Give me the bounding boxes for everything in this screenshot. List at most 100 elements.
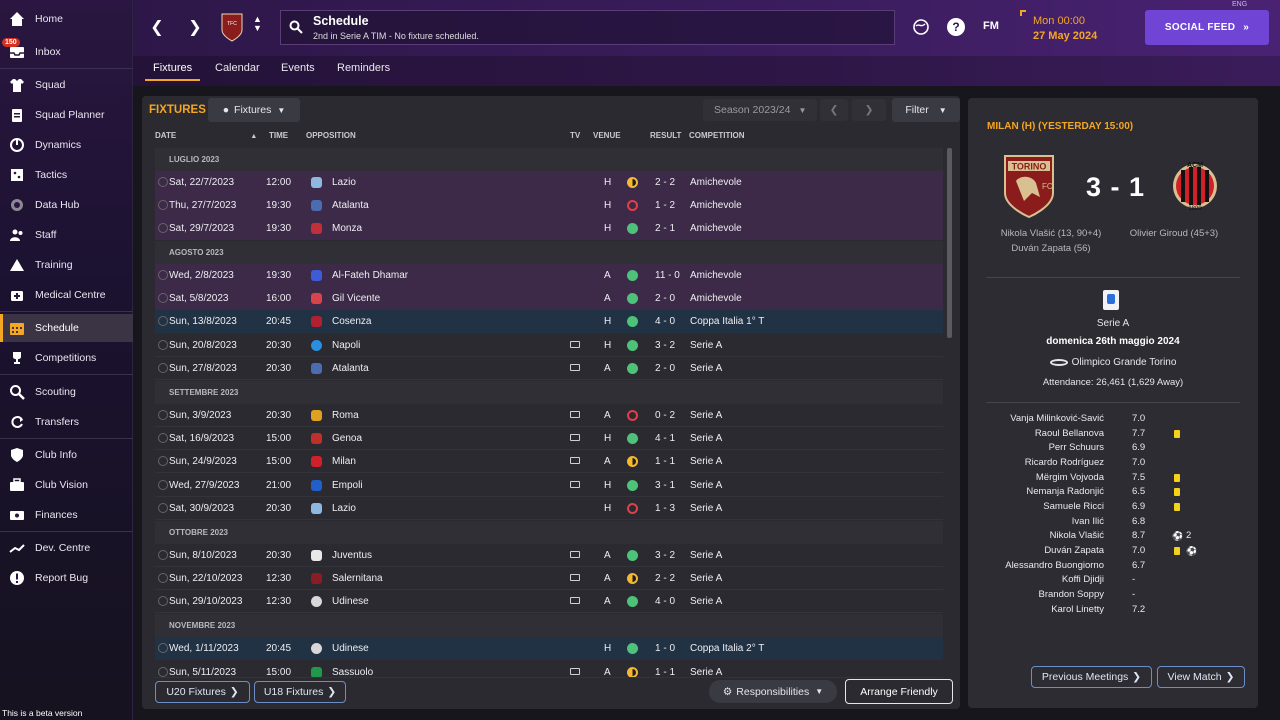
fixture-row[interactable]: Sat, 5/8/2023 16:00 Gil Vicente A 2 - 0 …	[155, 287, 943, 310]
club-switcher[interactable]: ▲ ▼	[253, 15, 262, 33]
fixture-competition[interactable]: Serie A	[690, 480, 722, 491]
fixture-row[interactable]: Sun, 22/10/2023 12:30 Salernitana A 2 - …	[155, 567, 943, 590]
fixture-row[interactable]: Sat, 30/9/2023 20:30 Lazio H 1 - 3 Serie…	[155, 497, 943, 520]
fixture-competition[interactable]: Serie A	[690, 456, 722, 467]
fixture-competition[interactable]: Coppa Italia 2° T	[690, 643, 764, 654]
fixture-row[interactable]: Sun, 20/8/2023 20:30 Napoli H 3 - 2 Seri…	[155, 334, 943, 357]
club-crest-torino[interactable]: TFC	[220, 12, 244, 42]
sidebar-item-club-vision[interactable]: Club Vision	[0, 471, 133, 499]
fixtures-view-dropdown[interactable]: ● Fixtures ▼	[208, 98, 300, 122]
fixture-opposition[interactable]: Milan	[332, 456, 356, 467]
sidebar-item-medical-centre[interactable]: Medical Centre	[0, 281, 133, 309]
fixture-row[interactable]: Sun, 27/8/2023 20:30 Atalanta A 2 - 0 Se…	[155, 357, 943, 380]
player-rating-row[interactable]: Perr Schuurs 6.9	[980, 442, 1240, 456]
social-feed-button[interactable]: SOCIAL FEED »	[1145, 10, 1269, 45]
fixture-result[interactable]: 1 - 1	[655, 667, 675, 677]
fixture-competition[interactable]: Serie A	[690, 596, 722, 607]
scrollbar-thumb[interactable]	[947, 148, 952, 338]
player-rating-row[interactable]: Alessandro Buongiorno 6.7	[980, 560, 1240, 574]
fixture-opposition[interactable]: Genoa	[332, 433, 362, 444]
tab-reminders[interactable]: Reminders	[337, 62, 390, 74]
fixture-result[interactable]: 0 - 2	[655, 410, 675, 421]
sidebar-item-club-info[interactable]: Club Info	[0, 441, 133, 469]
filter-button[interactable]: Filter ▼	[892, 98, 960, 122]
fixture-competition[interactable]: Serie A	[690, 363, 722, 374]
fixture-row[interactable]: Sun, 3/9/2023 20:30 Roma A 0 - 2 Serie A	[155, 404, 943, 427]
fixture-row[interactable]: Sun, 13/8/2023 20:45 Cosenza H 4 - 0 Cop…	[155, 310, 943, 333]
col-header-opposition[interactable]: OPPOSITION	[306, 131, 356, 140]
sidebar-item-tactics[interactable]: Tactics	[0, 161, 133, 189]
u20-fixtures-button[interactable]: U20 Fixtures ❯	[155, 681, 250, 703]
fixture-competition[interactable]: Coppa Italia 1° T	[690, 316, 764, 327]
fixture-opposition[interactable]: Juventus	[332, 550, 372, 561]
fixture-opposition[interactable]: Gil Vicente	[332, 293, 380, 304]
fixture-competition[interactable]: Serie A	[690, 340, 722, 351]
player-rating-row[interactable]: Karol Linetty 7.2	[980, 604, 1240, 618]
fixture-result[interactable]: 1 - 1	[655, 456, 675, 467]
fixture-row[interactable]: Sun, 24/9/2023 15:00 Milan A 1 - 1 Serie…	[155, 450, 943, 473]
fixture-result[interactable]: 3 - 2	[655, 340, 675, 351]
sidebar-item-staff[interactable]: Staff	[0, 221, 133, 249]
fixture-result[interactable]: 2 - 0	[655, 293, 675, 304]
fixture-row[interactable]: Sat, 22/7/2023 12:00 Lazio H 2 - 2 Amich…	[155, 171, 943, 194]
player-rating-row[interactable]: Nemanja Radonjić 6.5	[980, 486, 1240, 500]
fixture-opposition[interactable]: Atalanta	[332, 363, 369, 374]
sidebar-item-data-hub[interactable]: Data Hub	[0, 191, 133, 219]
fixture-competition[interactable]: Serie A	[690, 573, 722, 584]
fixture-competition[interactable]: Amichevole	[690, 200, 742, 211]
fixture-row[interactable]: Sun, 5/11/2023 15:00 Sassuolo A 1 - 1 Se…	[155, 661, 943, 678]
fixture-row[interactable]: Sat, 16/9/2023 15:00 Genoa H 4 - 1 Serie…	[155, 427, 943, 450]
fixture-competition[interactable]: Serie A	[690, 550, 722, 561]
fixture-competition[interactable]: Amichevole	[690, 293, 742, 304]
forward-button[interactable]: ❯	[184, 16, 206, 38]
help-icon[interactable]: ?	[947, 18, 965, 36]
player-rating-row[interactable]: Duván Zapata 7.0 ⚽	[980, 545, 1240, 559]
fixture-competition[interactable]: Amichevole	[690, 177, 742, 188]
fixture-opposition[interactable]: Empoli	[332, 480, 363, 491]
fixture-result[interactable]: 3 - 2	[655, 550, 675, 561]
sidebar-item-report-bug[interactable]: Report Bug	[0, 564, 133, 592]
fixture-result[interactable]: 4 - 0	[655, 316, 675, 327]
tab-calendar[interactable]: Calendar	[215, 62, 260, 74]
fixture-opposition[interactable]: Monza	[332, 223, 362, 234]
col-header-result[interactable]: RESULT	[650, 131, 681, 140]
fm-menu-button[interactable]: FM	[983, 20, 999, 32]
fixture-result[interactable]: 2 - 2	[655, 177, 675, 188]
fixture-result[interactable]: 1 - 0	[655, 643, 675, 654]
fixture-competition[interactable]: Serie A	[690, 667, 722, 677]
world-icon[interactable]	[912, 18, 930, 41]
fixture-opposition[interactable]: Udinese	[332, 643, 369, 654]
col-header-tv[interactable]: TV	[570, 131, 580, 140]
fixture-result[interactable]: 11 - 0	[655, 270, 680, 281]
fixture-result[interactable]: 1 - 2	[655, 200, 675, 211]
milan-badge[interactable]: ACM 1899	[1172, 153, 1218, 224]
player-rating-row[interactable]: Samuele Ricci 6.9	[980, 501, 1240, 515]
search-bar[interactable]: Schedule 2nd in Serie A TIM - No fixture…	[280, 10, 895, 45]
col-header-competition[interactable]: COMPETITION	[689, 131, 745, 140]
fixture-opposition[interactable]: Roma	[332, 410, 359, 421]
view-match-button[interactable]: View Match ❯	[1157, 666, 1245, 688]
fixture-opposition[interactable]: Cosenza	[332, 316, 371, 327]
fixture-opposition[interactable]: Sassuolo	[332, 667, 373, 677]
fixture-result[interactable]: 3 - 1	[655, 480, 675, 491]
player-rating-row[interactable]: Vanja Milinković-Savić 7.0	[980, 413, 1240, 427]
fixture-opposition[interactable]: Udinese	[332, 596, 369, 607]
sidebar-item-dynamics[interactable]: Dynamics	[0, 131, 133, 159]
player-rating-row[interactable]: Koffi Djidji -	[980, 574, 1240, 588]
sidebar-item-training[interactable]: Training	[0, 251, 133, 279]
player-rating-row[interactable]: Nikola Vlašić 8.7 ⚽ 2	[980, 530, 1240, 544]
fixture-competition[interactable]: Serie A	[690, 433, 722, 444]
fixture-opposition[interactable]: Napoli	[332, 340, 360, 351]
player-rating-row[interactable]: Mërgim Vojvoda 7.5	[980, 472, 1240, 486]
player-rating-row[interactable]: Raoul Bellanova 7.7	[980, 428, 1240, 442]
fixture-competition[interactable]: Serie A	[690, 410, 722, 421]
u18-fixtures-button[interactable]: U18 Fixtures ❯	[254, 681, 346, 703]
sidebar-item-competitions[interactable]: Competitions	[0, 344, 133, 372]
fixture-opposition[interactable]: Al-Fateh Dhamar	[332, 270, 408, 281]
back-button[interactable]: ❮	[146, 16, 168, 38]
fixture-result[interactable]: 4 - 0	[655, 596, 675, 607]
fixture-opposition[interactable]: Lazio	[332, 177, 356, 188]
fixture-competition[interactable]: Amichevole	[690, 223, 742, 234]
fixture-row[interactable]: Sun, 8/10/2023 20:30 Juventus A 3 - 2 Se…	[155, 544, 943, 567]
fixture-row[interactable]: Wed, 2/8/2023 19:30 Al-Fateh Dhamar A 11…	[155, 264, 943, 287]
